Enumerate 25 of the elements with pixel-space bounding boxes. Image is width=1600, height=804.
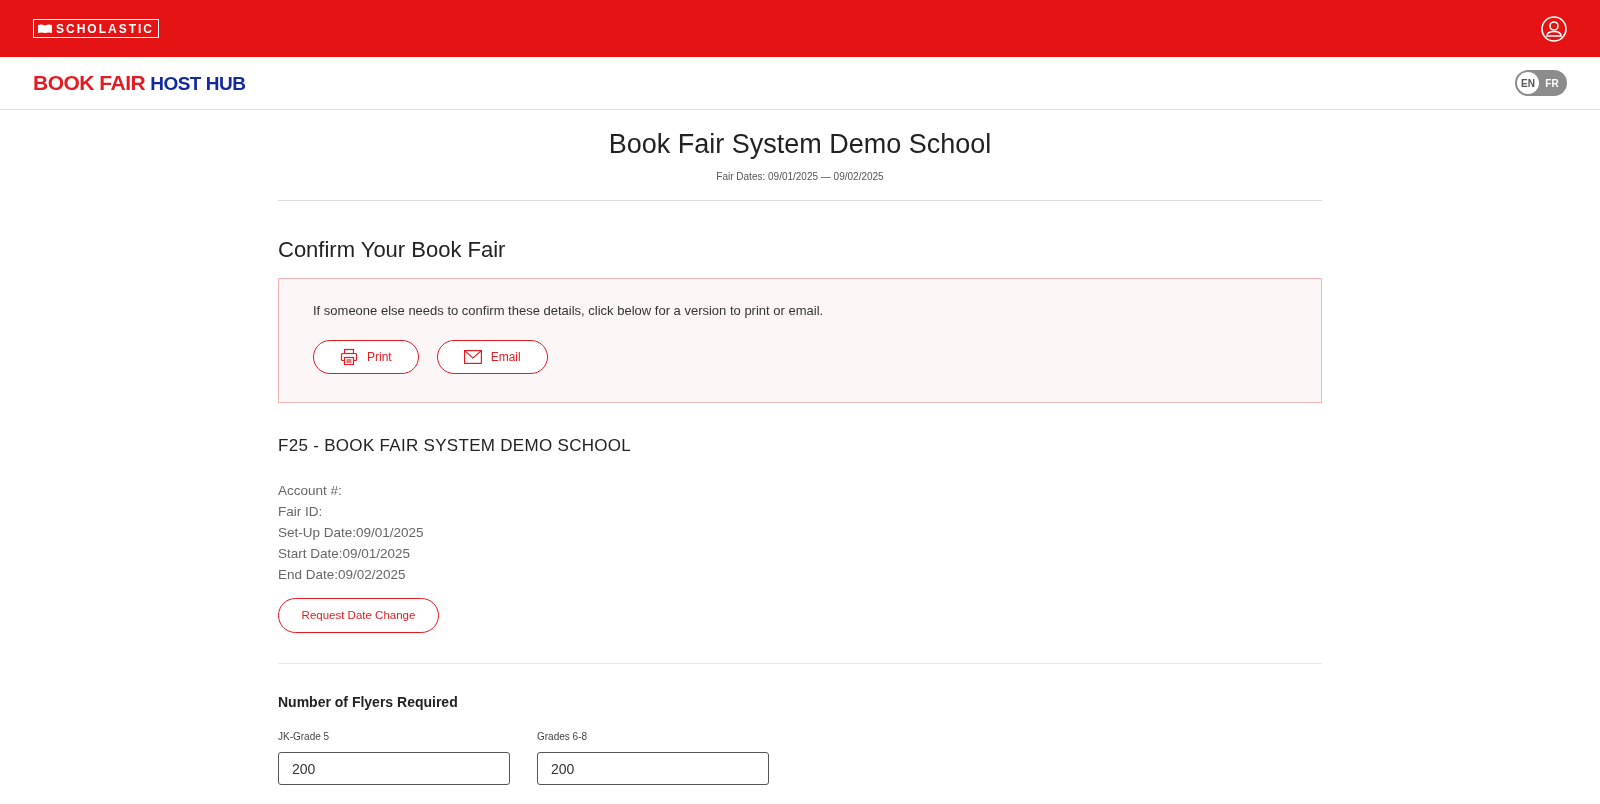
field-label: Grades 6-8 [537, 730, 589, 744]
field-label: JK-Grade 5 [278, 730, 331, 744]
printer-icon [340, 348, 358, 366]
book-icon [38, 24, 52, 33]
language-option[interactable]: EN [1517, 72, 1539, 94]
print-button[interactable]: Print [313, 340, 419, 374]
fair-detail: Start Date:09/01/2025 [278, 545, 412, 563]
app-logo[interactable]: BOOK FAIR HOST HUB [33, 67, 246, 99]
flyer-count-field[interactable]: 200 [537, 752, 769, 785]
publisher-logo[interactable]: SCHOLASTIC [33, 19, 159, 38]
section-heading: Confirm Your Book Fair [278, 235, 507, 264]
fair-detail: Set-Up Date:09/01/2025 [278, 524, 425, 542]
school-name: Book Fair System Demo School [608, 128, 992, 161]
fair-dates: Fair Dates: 09/01/2025 — 09/02/2025 [716, 169, 884, 184]
notice-text: If someone else needs to confirm these details, click below for a version to print or email. [313, 301, 825, 320]
fair-detail: Account #: [278, 482, 343, 500]
fair-heading: F25 - BOOK FAIR SYSTEM DEMO SCHOOL [278, 434, 633, 457]
email-button[interactable]: Email [436, 340, 548, 374]
flyers-heading: Number of Flyers Required [278, 693, 459, 712]
envelope-icon [463, 350, 482, 364]
fair-detail: End Date:09/02/2025 [278, 566, 407, 584]
language-toggle[interactable]: EN FR [1515, 70, 1567, 96]
user-account-icon[interactable] [1541, 15, 1567, 42]
flyer-count-field[interactable]: 200 [278, 752, 510, 785]
fair-detail: Fair ID: [278, 503, 324, 521]
